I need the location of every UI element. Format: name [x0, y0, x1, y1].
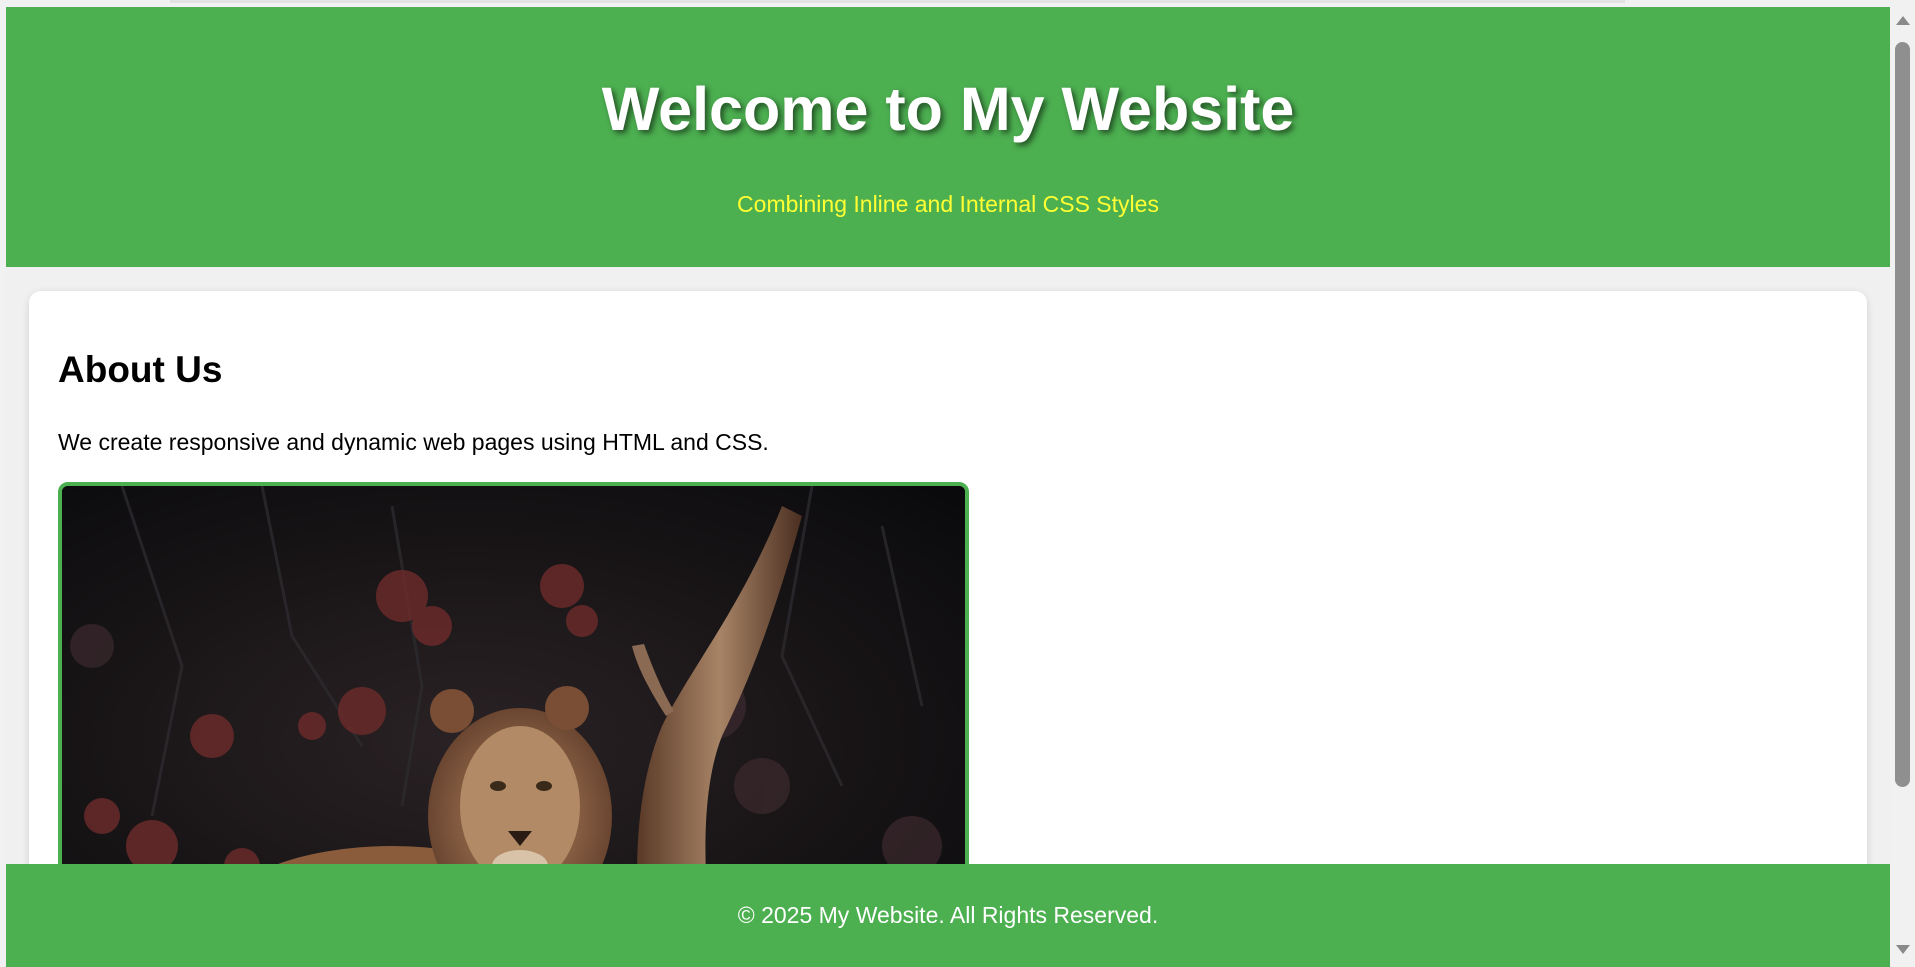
section-description: We create responsive and dynamic web pag…: [58, 429, 769, 455]
site-footer: © 2025 My Website. All Rights Reserved.: [6, 864, 1890, 967]
scrollbar-thumb[interactable]: [1895, 42, 1910, 787]
footer-copyright: © 2025 My Website. All Rights Reserved.: [737, 902, 1159, 928]
site-header: Welcome to My Website Combining Inline a…: [6, 7, 1890, 267]
vertical-scrollbar[interactable]: [1890, 0, 1915, 967]
site-subtitle: Combining Inline and Internal CSS Styles: [737, 191, 1159, 217]
toolbar-edge: [170, 0, 1625, 3]
site-title: Welcome to My Website: [601, 75, 1295, 143]
web-page: Welcome to My Website Combining Inline a…: [6, 7, 1890, 967]
scroll-down-arrow-icon[interactable]: [1896, 945, 1910, 954]
section-title: About Us: [58, 349, 223, 390]
browser-viewport: Welcome to My Website Combining Inline a…: [0, 0, 1915, 967]
scroll-up-arrow-icon[interactable]: [1896, 16, 1910, 25]
